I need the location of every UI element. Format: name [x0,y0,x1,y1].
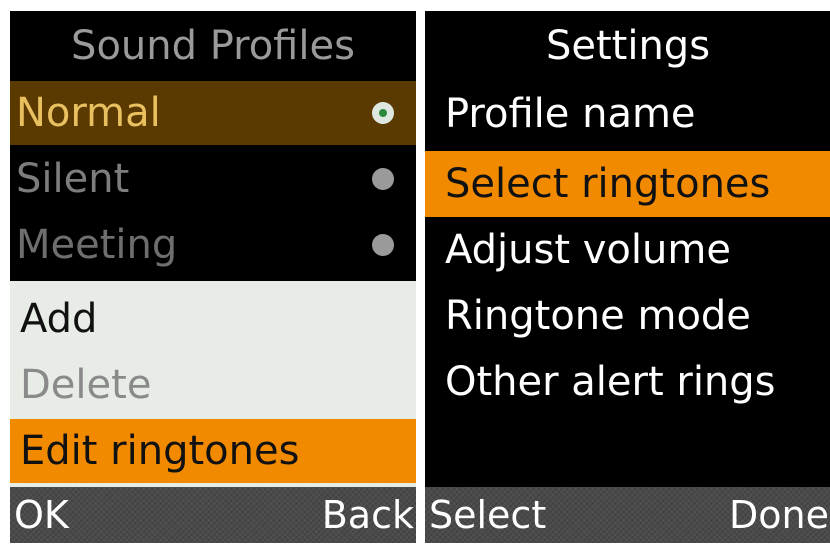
profile-item-normal[interactable]: Normal [10,81,416,145]
settings-item-other-alert-rings[interactable]: Other alert rings [425,349,830,415]
radio-unselected-icon [372,234,394,256]
settings-screen: Settings Profile name Select ringtones A… [425,11,830,543]
profile-label: Silent [16,156,130,202]
settings-item-select-ringtones[interactable]: Select ringtones [425,151,830,217]
settings-item-ringtone-mode[interactable]: Ringtone mode [425,283,830,349]
sound-profiles-screen: Sound Profiles Normal Silent Meeting Add… [10,11,416,543]
profile-label: Normal [16,90,161,136]
radio-unselected-icon [372,168,394,190]
softkey-bar: Select Done [425,487,830,543]
done-softkey[interactable]: Done [729,487,829,543]
menu-item-add[interactable]: Add [10,287,416,351]
softkey-bar: OK Back [10,487,416,543]
sound-profiles-title: Sound Profiles [71,23,355,69]
back-softkey[interactable]: Back [322,487,414,543]
ok-softkey[interactable]: OK [14,487,69,543]
menu-item-delete[interactable]: Delete [10,353,416,417]
profile-item-meeting[interactable]: Meeting [10,213,416,277]
select-softkey[interactable]: Select [429,487,546,543]
options-popup-menu: Add Delete Edit ringtones [10,281,416,489]
profile-label: Meeting [16,222,178,268]
profile-item-silent[interactable]: Silent [10,147,416,211]
settings-title: Settings [545,23,711,69]
menu-item-edit-ringtones[interactable]: Edit ringtones [10,419,416,483]
settings-item-profile-name[interactable]: Profile name [425,81,830,147]
settings-item-adjust-volume[interactable]: Adjust volume [425,217,830,283]
radio-selected-icon [372,102,394,124]
